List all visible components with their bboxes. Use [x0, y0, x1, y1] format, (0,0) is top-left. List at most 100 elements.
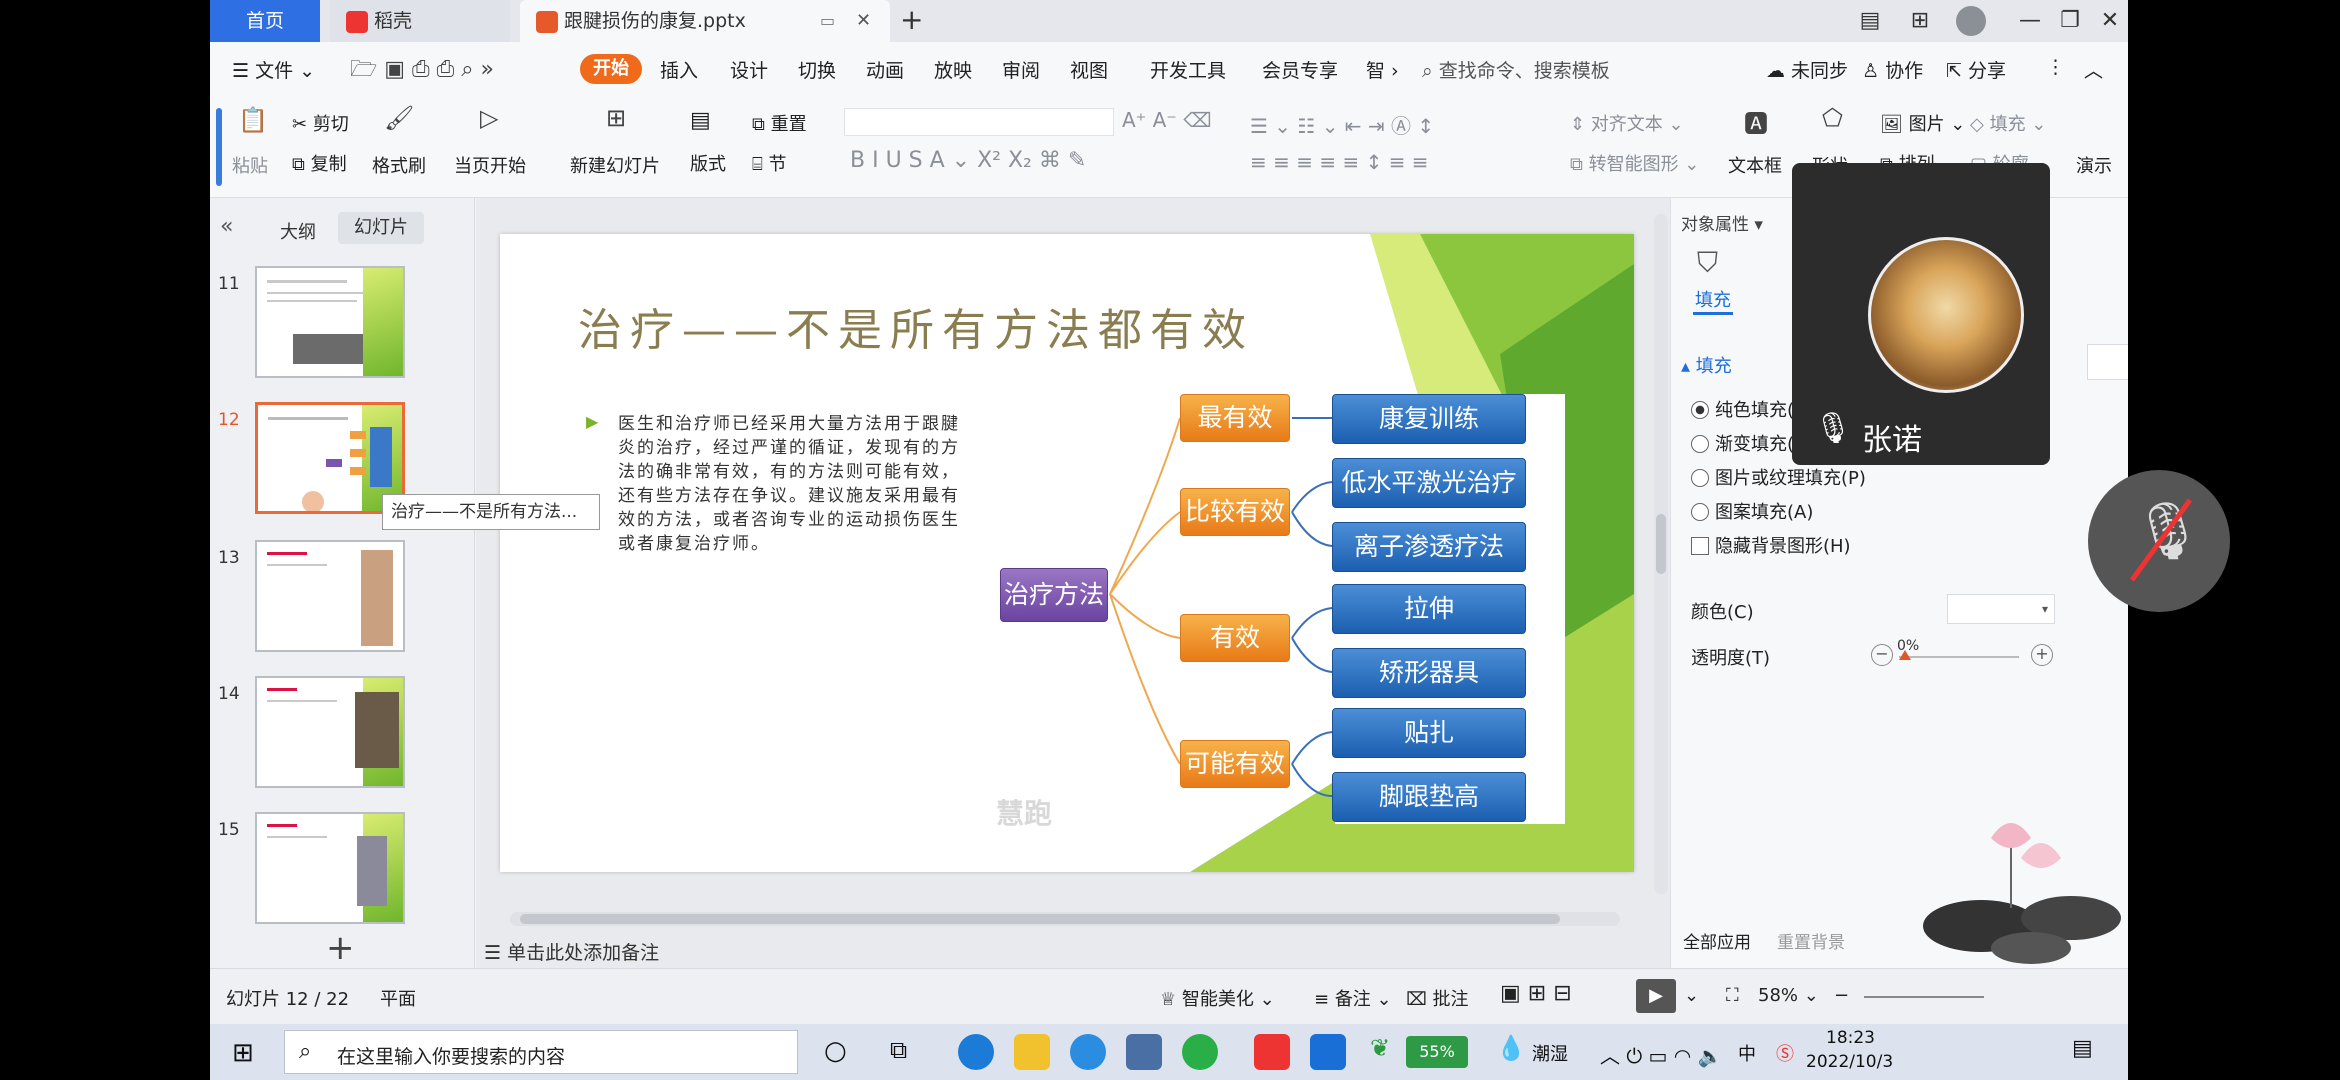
tab-close-icon[interactable]: ✕	[856, 0, 871, 42]
diagram-item[interactable]: 矫形器具	[1332, 648, 1526, 698]
new-slide-icon[interactable]: ⊞	[606, 104, 626, 132]
diagram-item[interactable]: 脚跟垫高	[1332, 772, 1526, 822]
file-menu[interactable]: ☰ 文件 ⌄	[232, 56, 315, 83]
properties-header[interactable]: 对象属性 ▾	[1681, 210, 1763, 235]
smart-beautify-button[interactable]: ♕ 智能美化 ⌄	[1160, 985, 1275, 1011]
comments-button[interactable]: ⌧ 批注	[1406, 985, 1468, 1011]
textbox-icon[interactable]: 🅰	[1744, 104, 1768, 139]
diagram-item[interactable]: 康复训练	[1332, 394, 1526, 444]
menu-review[interactable]: 审阅	[1002, 56, 1040, 83]
font-family-select[interactable]	[844, 108, 1114, 136]
command-search[interactable]: ⌕ 查找命令、搜索模板	[1422, 56, 1610, 83]
windows-start-icon[interactable]: ⊞	[232, 1038, 254, 1068]
slideshow-dropdown-icon[interactable]: ⌄	[1684, 985, 1699, 1006]
taskbar-search-box[interactable]: ⌕ 在这里输入你要搜索的内容	[284, 1030, 798, 1074]
add-slide-button[interactable]: +	[326, 928, 355, 968]
smart-shape-button[interactable]: ⧉ 转智能图形 ⌄	[1570, 150, 1699, 176]
wechat-icon[interactable]	[1182, 1034, 1218, 1070]
slide-thumbnail-13[interactable]	[255, 540, 405, 652]
theme-name[interactable]: 平面	[380, 985, 416, 1011]
fill-bucket-icon[interactable]: ⛉	[1697, 246, 1718, 280]
minimize-icon[interactable]: —	[2010, 4, 2050, 38]
cortana-icon[interactable]: ○	[824, 1036, 847, 1066]
mute-button[interactable]: 🎙	[2088, 470, 2230, 612]
mail-icon[interactable]	[1126, 1034, 1162, 1070]
tab-daoke[interactable]: 稻壳	[330, 0, 510, 42]
menu-view[interactable]: 视图	[1070, 56, 1108, 83]
quick-access-icons[interactable]: 🗁 ▣ ⎙ ⎙ ⌕ »	[350, 52, 494, 90]
reset-button[interactable]: ⧉ 重置	[752, 110, 807, 136]
weather-text[interactable]: 潮湿	[1532, 1040, 1568, 1066]
zoom-out-icon[interactable]: −	[1834, 985, 1849, 1006]
text-format-controls[interactable]: B I U S A ⌄ X² X₂ ⌘ ✎	[850, 148, 1086, 173]
menu-insert[interactable]: 插入	[660, 56, 698, 83]
transparency-increase-icon[interactable]: +	[2031, 644, 2053, 666]
share-button[interactable]: ⇱ 分享	[1946, 56, 2006, 83]
maximize-icon[interactable]: ❐	[2050, 4, 2090, 38]
diagram-level-most-effective[interactable]: 最有效	[1180, 394, 1290, 442]
fill-button[interactable]: ◇ 填充 ⌄	[1970, 110, 2046, 136]
picture-button[interactable]: 🖼 图片 ⌄	[1880, 110, 1965, 136]
clock-time[interactable]: 18:23	[1826, 1028, 1875, 1048]
menu-more[interactable]: 智 ›	[1366, 56, 1399, 83]
horizontal-scrollbar[interactable]	[510, 912, 1620, 926]
apply-all-button[interactable]: 全部应用	[1683, 928, 1751, 953]
battery-indicator[interactable]: 55%	[1406, 1036, 1468, 1068]
paste-button[interactable]: 粘贴	[232, 152, 268, 178]
file-explorer-icon[interactable]	[1014, 1034, 1050, 1070]
diagram-level-fairly-effective[interactable]: 比较有效	[1180, 488, 1290, 536]
tab-outline[interactable]: 大纲	[280, 218, 316, 244]
slideshow-play-button[interactable]: ▶	[1636, 979, 1676, 1013]
diagram-item[interactable]: 离子渗透疗法	[1332, 522, 1526, 572]
menu-design[interactable]: 设计	[730, 56, 768, 83]
edge-icon[interactable]	[958, 1034, 994, 1070]
paragraph-align-controls[interactable]: ≡ ≡ ≡ ≡ ≡ ↕ ≡ ≡	[1250, 150, 1429, 174]
slide-canvas[interactable]: 治疗——不是所有方法都有效 ▶ 医生和治疗师已经采用大量方法用于跟腱炎的治疗，经…	[500, 234, 1634, 872]
paste-icon[interactable]: 📋	[238, 106, 268, 134]
collapse-ribbon-icon[interactable]: ︿	[2084, 56, 2103, 83]
tab-slides[interactable]: 幻灯片	[338, 212, 424, 244]
menu-member[interactable]: 会员专享	[1262, 56, 1338, 83]
cut-button[interactable]: ✂ 剪切	[292, 110, 349, 136]
new-tab-button[interactable]: +	[900, 0, 923, 42]
fill-section-header[interactable]: ▴ 填充	[1681, 352, 1732, 378]
layout-button[interactable]: 版式	[690, 150, 726, 176]
wps-tray-icon[interactable]: Ⓢ	[1776, 1040, 1794, 1066]
video-participant-card[interactable]: 🎙 张诺	[1792, 163, 2050, 465]
menu-start[interactable]: 开始	[580, 54, 642, 84]
menu-slideshow[interactable]: 放映	[934, 56, 972, 83]
slide-thumbnail-11[interactable]	[255, 266, 405, 378]
notification-icon[interactable]: ▤	[2072, 1036, 2093, 1061]
transparency-decrease-icon[interactable]: −	[1871, 644, 1893, 666]
slide-thumbnail-14[interactable]	[255, 676, 405, 788]
notes-toggle-button[interactable]: ≡ 备注 ⌄	[1314, 985, 1392, 1011]
diagram-root-node[interactable]: 治疗方法	[1000, 568, 1108, 622]
play-icon[interactable]: ▷	[480, 104, 498, 132]
slide-thumbnail-15[interactable]	[255, 812, 405, 924]
hide-bg-checkbox[interactable]: 隐藏背景图形(H)	[1691, 532, 1851, 558]
fill-tab[interactable]: 填充	[1695, 286, 1731, 312]
layout-icon-ribbon[interactable]: ▤	[690, 108, 711, 133]
user-avatar[interactable]	[1956, 6, 1986, 36]
menu-developer[interactable]: 开发工具	[1150, 56, 1226, 83]
fit-window-icon[interactable]: ⛶	[1726, 985, 1739, 1006]
diagram-item[interactable]: 拉伸	[1332, 584, 1526, 634]
more-options-icon[interactable]: ⋮	[2046, 56, 2065, 78]
diagram-level-possibly-effective[interactable]: 可能有效	[1180, 740, 1290, 788]
vertical-scrollbar[interactable]	[1654, 214, 1668, 894]
shape-icon[interactable]: ⬠	[1822, 104, 1843, 132]
textbox-button[interactable]: 文本框	[1728, 152, 1782, 178]
menu-animation[interactable]: 动画	[866, 56, 904, 83]
reset-background-button[interactable]: 重置背景	[1777, 928, 1845, 953]
diagram-item[interactable]: 贴扎	[1332, 708, 1526, 758]
tray-icons[interactable]: ︿ ⏻ ▭ ◠ 🔈	[1600, 1040, 1723, 1069]
sync-status[interactable]: ☁ 未同步	[1766, 56, 1848, 83]
section-button[interactable]: ⌸ 节	[752, 150, 787, 176]
task-view-icon[interactable]: ⧉	[890, 1036, 907, 1064]
tab-home[interactable]: 首页	[210, 0, 320, 42]
apps-grid-icon[interactable]: ⊞	[1900, 4, 1940, 38]
zoom-level[interactable]: 58% ⌄	[1758, 985, 1819, 1006]
color-select[interactable]: ▾	[1947, 594, 2055, 624]
ie-icon[interactable]	[1070, 1034, 1106, 1070]
meeting-app-icon[interactable]	[1310, 1034, 1346, 1070]
